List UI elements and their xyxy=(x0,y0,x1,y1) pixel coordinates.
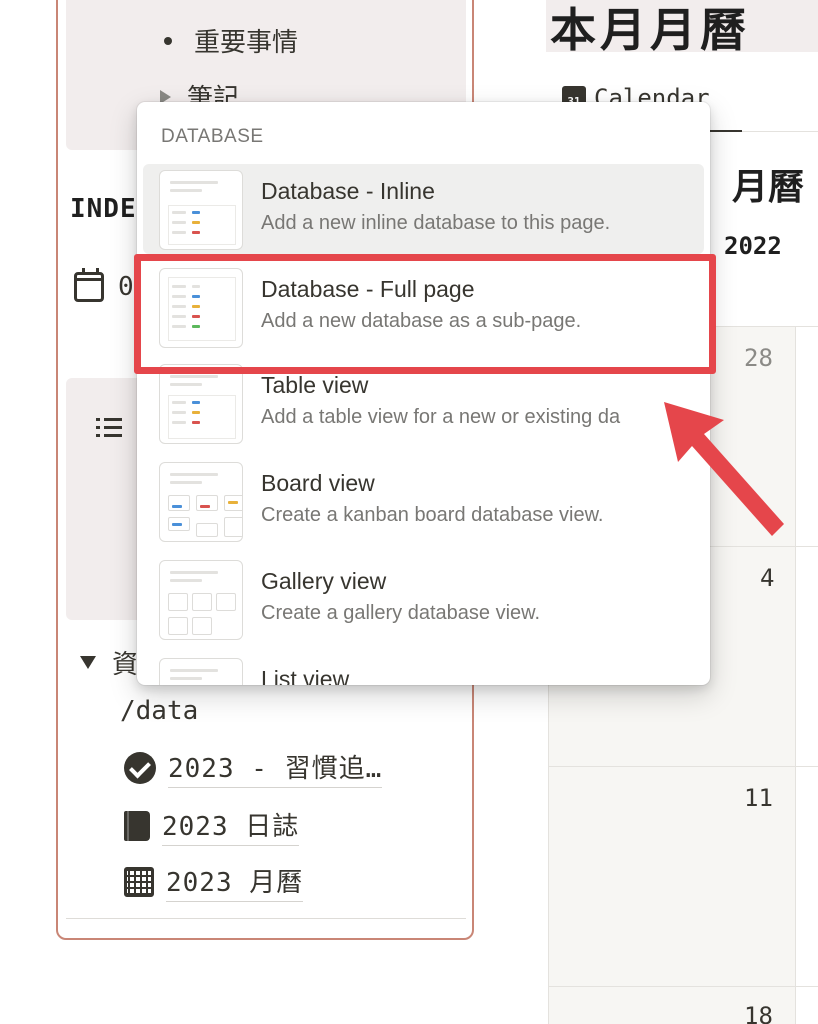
calendar-link-row[interactable]: 0 xyxy=(74,268,134,302)
calendar-column-edge xyxy=(796,326,818,1024)
table-view-thumbnail-icon xyxy=(159,364,243,444)
journal-link[interactable]: 2023 日誌 xyxy=(124,806,300,846)
day-number[interactable]: 28 xyxy=(744,344,773,372)
menu-item-list-view[interactable]: List view xyxy=(143,652,704,685)
menu-item-description: Add a table view for a new or existing d… xyxy=(261,406,621,428)
menu-section-header: DATABASE xyxy=(161,126,264,147)
habit-tracker-link-label: 2023 - 習慣追… xyxy=(168,748,383,788)
data-toggle-label: 資 xyxy=(112,649,139,679)
calendar-2023-link-label: 2023 月曆 xyxy=(166,862,304,902)
divider xyxy=(66,918,466,919)
list-icon xyxy=(96,416,122,440)
check-circle-icon xyxy=(124,752,156,784)
habit-tracker-link[interactable]: 2023 - 習慣追… xyxy=(124,748,383,788)
day-number[interactable]: 18 xyxy=(744,1002,773,1024)
menu-item-database-inline[interactable]: Database - Inline Add a new inline datab… xyxy=(143,164,704,254)
section-heading: 月曆 xyxy=(732,166,805,207)
menu-item-title: Database - Inline xyxy=(261,178,435,204)
day-number[interactable]: 4 xyxy=(760,564,774,592)
database-block-menu: DATABASE Database - Inline Add a new inl… xyxy=(137,102,710,685)
gallery-view-thumbnail-icon xyxy=(159,560,243,640)
triangle-down-icon[interactable] xyxy=(80,656,96,669)
menu-item-board-view[interactable]: Board view Create a kanban board databas… xyxy=(143,456,704,546)
index-heading: INDE xyxy=(70,194,137,224)
highlight-box xyxy=(134,254,716,374)
calendar-2023-link[interactable]: 2023 月曆 xyxy=(124,862,304,902)
day-number[interactable]: 11 xyxy=(744,784,773,812)
menu-item-title: Table view xyxy=(261,372,369,398)
journal-link-label: 2023 日誌 xyxy=(162,806,300,846)
bullet-item-label: 重要事情 xyxy=(194,27,299,57)
year-label: 2022 xyxy=(724,232,782,260)
red-arrow-icon xyxy=(664,402,784,536)
board-view-thumbnail-icon xyxy=(159,462,243,542)
list-view-thumbnail-icon xyxy=(159,658,243,685)
book-icon xyxy=(124,811,150,841)
menu-item-description: Add a new inline database to this page. xyxy=(261,212,611,234)
calendar-row-line xyxy=(548,766,818,767)
menu-item-title: List view xyxy=(261,666,350,685)
menu-item-description: Create a gallery database view. xyxy=(261,602,541,624)
bullet-item[interactable]: 重要事情 xyxy=(164,22,298,59)
data-path-text: /data xyxy=(120,696,199,726)
page-title: 本月月曆 xyxy=(550,4,750,56)
menu-item-title: Board view xyxy=(261,470,375,496)
calendar-link-text: 0 xyxy=(118,272,134,302)
database-inline-thumbnail-icon xyxy=(159,170,243,250)
calendar-grid-icon xyxy=(124,867,154,897)
menu-item-description: Create a kanban board database view. xyxy=(261,504,604,526)
calendar-row-line xyxy=(548,986,818,987)
calendar-icon xyxy=(74,268,104,302)
menu-item-gallery-view[interactable]: Gallery view Create a gallery database v… xyxy=(143,554,704,644)
menu-item-title: Gallery view xyxy=(261,568,387,594)
data-toggle[interactable]: 資 xyxy=(80,644,138,681)
bullet-dot-icon xyxy=(164,36,172,45)
